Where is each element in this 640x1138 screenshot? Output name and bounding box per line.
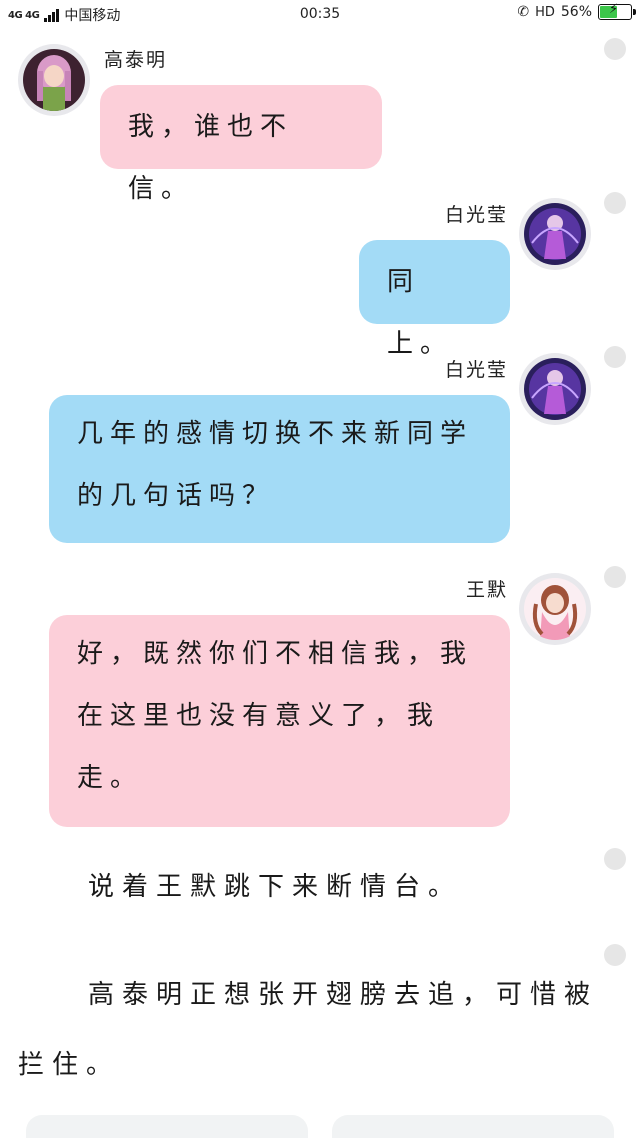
character-portrait-icon <box>524 578 586 640</box>
select-dot[interactable] <box>604 944 626 966</box>
narration-text: 说着王默跳下来断情台。 <box>88 872 463 902</box>
message-line: 几年的感情切换不来新同学 <box>77 419 474 449</box>
message-bubble[interactable]: 好，既然你们不相信我，我 在这里也没有意义了，我 走。 <box>49 615 510 827</box>
sender-name: 王默 <box>465 579 508 601</box>
battery-percent: 56% <box>560 4 592 20</box>
message-bubble[interactable]: 我，谁也不信。 <box>100 85 382 204</box>
message-bubble[interactable]: 几年的感情切换不来新同学 的几句话吗？ <box>49 395 510 543</box>
message-line: 在这里也没有意义了，我 <box>77 701 441 731</box>
bottom-action-left[interactable] <box>26 1115 308 1138</box>
avatar-wang-mo[interactable] <box>519 573 591 645</box>
avatar-bai-guangying[interactable] <box>519 353 591 425</box>
sender-name: 高泰明 <box>104 49 168 71</box>
hd-badge: HD <box>535 4 555 20</box>
message-bubble[interactable]: 同上。 <box>359 240 510 359</box>
charging-icon: ⚡ <box>609 2 619 17</box>
narration-line: 拦住。 <box>18 1050 121 1080</box>
character-portrait-icon <box>524 358 586 420</box>
character-portrait-icon <box>524 203 586 265</box>
select-dot[interactable] <box>604 346 626 368</box>
message-line: 走。 <box>77 763 144 793</box>
select-dot[interactable] <box>604 192 626 214</box>
select-dot[interactable] <box>604 38 626 60</box>
narration-paragraph[interactable]: 高泰明正想张开翅膀去追，可惜被 拦住。 <box>18 960 598 1100</box>
message-text: 我，谁也不信。 <box>128 112 294 204</box>
avatar-bai-guangying[interactable] <box>519 198 591 270</box>
narration-paragraph[interactable]: 说着王默跳下来断情台。 <box>88 866 462 903</box>
battery-icon: ⚡ <box>598 2 636 20</box>
status-bar: 4G 4G 中国移动 00:35 ✆ HD 56% ⚡ <box>0 0 640 30</box>
sender-name: 白光莹 <box>444 359 508 381</box>
bottom-action-right[interactable] <box>332 1115 614 1138</box>
select-dot[interactable] <box>604 566 626 588</box>
character-portrait-icon <box>23 49 85 111</box>
narration-line: 高泰明正想张开翅膀去追，可惜被 <box>88 980 599 1010</box>
select-dot[interactable] <box>604 848 626 870</box>
status-right: ✆ HD 56% ⚡ <box>517 2 636 20</box>
message-text: 同上。 <box>387 267 454 359</box>
call-icon: ✆ <box>517 4 530 20</box>
message-line: 的几句话吗？ <box>77 481 276 511</box>
message-line: 好，既然你们不相信我，我 <box>77 639 474 669</box>
avatar-gao-taiming[interactable] <box>18 44 90 116</box>
sender-name: 白光莹 <box>444 204 508 226</box>
